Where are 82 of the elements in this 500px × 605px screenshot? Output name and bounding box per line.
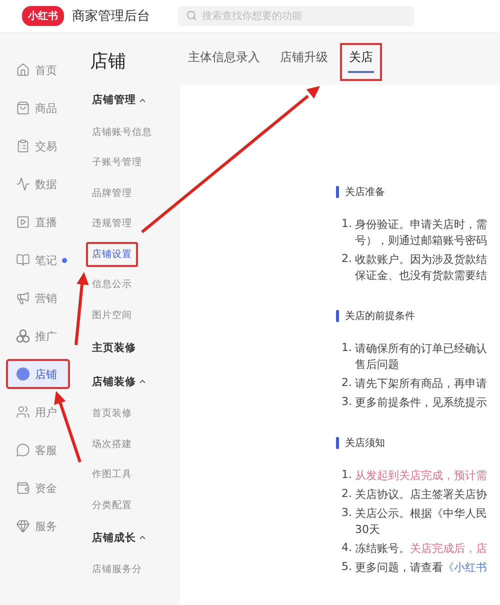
list-text: 身份验证。申请关店时，需 xyxy=(355,217,487,232)
chart-icon xyxy=(16,177,30,191)
sidebar-item[interactable]: 交易 xyxy=(6,131,70,161)
section-heading: 关店准备 xyxy=(345,186,385,199)
tab[interactable]: 关店 xyxy=(340,43,382,81)
list-text: 冻结账号。关店完成后，店 xyxy=(355,541,487,556)
caret-icon xyxy=(138,533,147,542)
nav-item[interactable]: 分类配置 xyxy=(86,492,138,518)
tab[interactable]: 店铺升级 xyxy=(272,43,336,74)
app-title: 商家管理后台 xyxy=(72,8,150,25)
list-number: 3. xyxy=(340,395,352,410)
nav-item[interactable]: 子账号管理 xyxy=(86,150,148,176)
heading-bar xyxy=(336,437,339,449)
list-number: 5. xyxy=(340,560,352,575)
home-icon xyxy=(16,63,30,77)
sidebar-item[interactable]: 商品 xyxy=(6,93,70,123)
nav-item[interactable]: 主页装修 xyxy=(86,334,142,360)
sidebar-item[interactable]: 直播 xyxy=(6,207,70,237)
nav-item[interactable]: 店铺账号信息 xyxy=(86,120,158,145)
circles-icon xyxy=(16,329,30,343)
wallet-icon xyxy=(16,481,30,495)
tab[interactable]: 主体信息录入 xyxy=(180,43,268,74)
clipboard-icon xyxy=(16,139,30,153)
sidebar-item[interactable]: 数据 xyxy=(6,169,70,199)
list-text: 从发起到关店完成，预计需 xyxy=(355,468,487,483)
list-number: 1. xyxy=(340,217,352,232)
store-icon xyxy=(16,367,30,381)
logo[interactable]: 小红书 xyxy=(22,6,64,26)
list-number: 3. xyxy=(340,506,352,521)
sidebar-item[interactable]: 营销 xyxy=(6,283,70,313)
list-number: 2. xyxy=(340,376,352,391)
section-title: 店铺 xyxy=(90,50,127,73)
nav-item[interactable]: 作图工具 xyxy=(86,462,138,488)
nav-item[interactable]: 信息公示 xyxy=(86,272,138,298)
bag-icon xyxy=(16,101,30,115)
sidebar-item[interactable]: 笔记 xyxy=(6,245,70,275)
list-text: 收款账户。因为涉及货款结 xyxy=(355,252,487,267)
book-icon xyxy=(16,253,30,267)
nav-item[interactable]: 违规管理 xyxy=(86,211,138,236)
play-icon xyxy=(16,215,30,229)
list-text: 请确保所有的订单已经确认 xyxy=(355,341,487,356)
sidebar-item[interactable]: 服务 xyxy=(6,511,70,541)
nav-item[interactable]: 品牌管理 xyxy=(86,180,138,206)
search-field[interactable]: 搜索查找你想要的功能 xyxy=(178,6,414,26)
heading-bar xyxy=(336,186,339,198)
section-heading: 关店的前提条件 xyxy=(345,310,415,323)
list-text: 号），则通过邮箱账号密码 xyxy=(355,233,487,248)
list-text: 关店公示。根据《中华人民 xyxy=(355,506,487,521)
list-number: 2. xyxy=(340,252,352,267)
nav-item[interactable]: 店铺设置 xyxy=(86,242,138,267)
nav-item[interactable]: 图片空间 xyxy=(86,302,138,328)
nav-item[interactable]: 首页装修 xyxy=(86,401,138,426)
section-heading: 关店须知 xyxy=(345,436,385,450)
list-text: 更多前提条件，见系统提示 xyxy=(355,395,487,410)
list-number: 1. xyxy=(340,341,352,356)
megaphone-icon xyxy=(16,291,30,305)
sidebar-item[interactable]: 推广 xyxy=(6,321,70,351)
sidebar-item[interactable]: 首页 xyxy=(6,55,70,85)
sidebar-item[interactable]: 客服 xyxy=(6,435,70,465)
list-text: 售后问题 xyxy=(355,357,400,372)
list-number: 1. xyxy=(340,468,352,483)
nav-group[interactable]: 店铺成长 xyxy=(86,524,153,550)
heading-bar xyxy=(336,310,339,322)
nav-item[interactable]: 场次搭建 xyxy=(86,432,138,457)
list-text: 保证金、也没有货款需要结 xyxy=(355,268,487,283)
search-icon xyxy=(186,10,197,21)
nav-item[interactable]: 店铺服务分 xyxy=(86,557,148,582)
sidebar-item[interactable]: 店铺 xyxy=(6,359,70,389)
chat-icon xyxy=(16,443,30,457)
nav-group[interactable]: 店铺装修 xyxy=(86,368,153,394)
sidebar-item[interactable]: 用户 xyxy=(6,397,70,427)
gem-icon xyxy=(16,519,30,533)
list-text: 请先下架所有商品，再申请 xyxy=(355,376,487,391)
list-text: 更多问题，请查看《小红书 xyxy=(355,560,487,575)
list-text: 30天 xyxy=(355,522,381,537)
caret-icon xyxy=(138,377,147,386)
list-number: 4. xyxy=(340,541,352,556)
nav-group[interactable]: 店铺管理 xyxy=(86,87,153,113)
list-number: 2. xyxy=(340,487,352,502)
list-text: 关店协议。店主签署关店协 xyxy=(355,487,487,502)
sidebar-item[interactable]: 资金 xyxy=(6,473,70,503)
users-icon xyxy=(16,405,30,419)
